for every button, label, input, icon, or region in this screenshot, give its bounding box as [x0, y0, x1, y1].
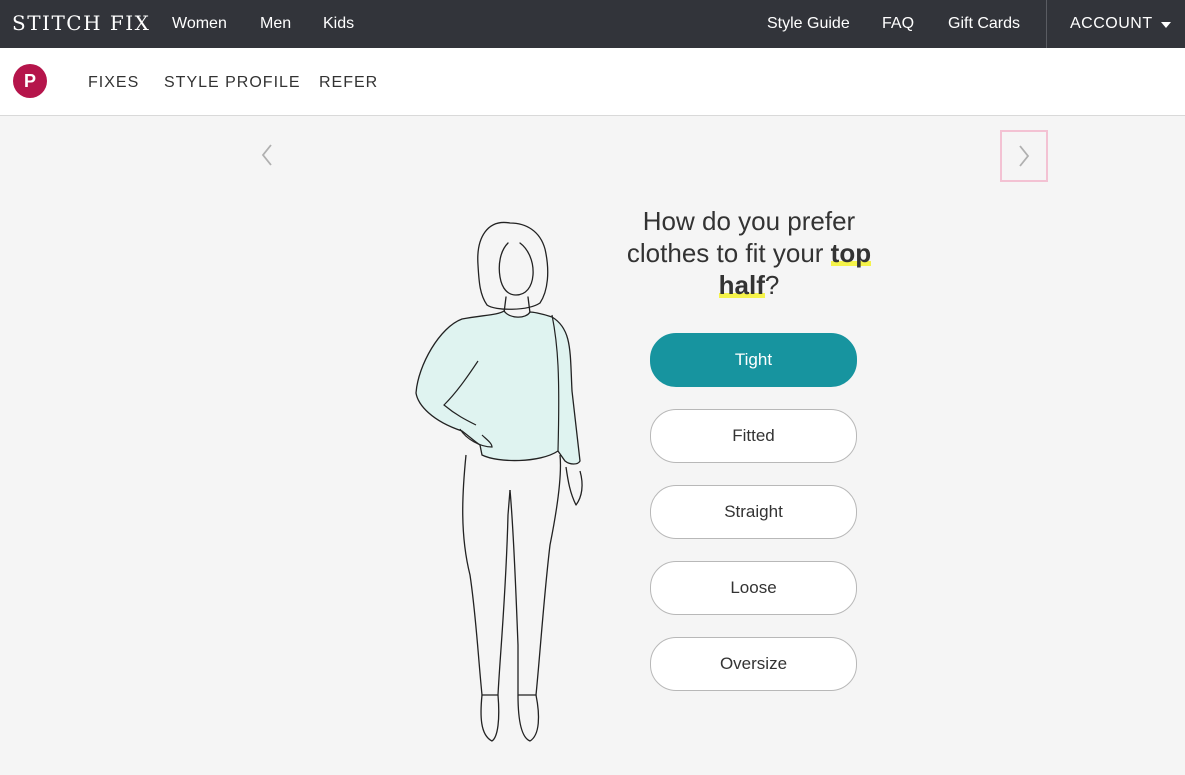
- option-fitted-button[interactable]: Fitted: [650, 409, 857, 463]
- brand-logo[interactable]: STITCH FIX: [12, 11, 150, 35]
- option-oversize-button[interactable]: Oversize: [650, 637, 857, 691]
- account-menu[interactable]: ACCOUNT: [1070, 15, 1171, 33]
- subnav-link-refer[interactable]: REFER: [319, 74, 378, 92]
- nav-link-gift-cards[interactable]: Gift Cards: [948, 15, 1020, 33]
- next-question-button[interactable]: [1000, 130, 1048, 182]
- chevron-left-icon: [261, 144, 272, 166]
- option-loose-button[interactable]: Loose: [650, 561, 857, 615]
- nav-link-style-guide[interactable]: Style Guide: [767, 15, 850, 33]
- fit-options: Tight Fitted Straight Loose Oversize: [650, 333, 857, 713]
- nav-link-kids[interactable]: Kids: [323, 15, 354, 33]
- nav-link-women[interactable]: Women: [172, 15, 227, 33]
- subnav-link-fixes[interactable]: FIXES: [88, 74, 139, 92]
- avatar[interactable]: P: [13, 64, 47, 98]
- option-straight-button[interactable]: Straight: [650, 485, 857, 539]
- top-navigation-bar: STITCH FIX Women Men Kids Style Guide FA…: [0, 0, 1185, 48]
- body-fit-illustration: [415, 221, 583, 742]
- subnav-link-style-profile[interactable]: STYLE PROFILE: [164, 74, 301, 92]
- option-tight-button[interactable]: Tight: [650, 333, 857, 387]
- nav-link-faq[interactable]: FAQ: [882, 15, 914, 33]
- nav-link-men[interactable]: Men: [260, 15, 291, 33]
- question-suffix: ?: [764, 270, 780, 300]
- account-label: ACCOUNT: [1070, 15, 1153, 32]
- chevron-right-icon: [1019, 145, 1030, 167]
- fit-question: How do you prefer clothes to fit your to…: [618, 205, 880, 301]
- previous-question-button[interactable]: [254, 140, 280, 170]
- caret-down-icon: [1160, 22, 1171, 28]
- profile-subnav: P FIXES STYLE PROFILE REFER: [0, 48, 1185, 116]
- question-text: How do you prefer clothes to fit your: [626, 206, 856, 268]
- account-divider: [1046, 0, 1047, 48]
